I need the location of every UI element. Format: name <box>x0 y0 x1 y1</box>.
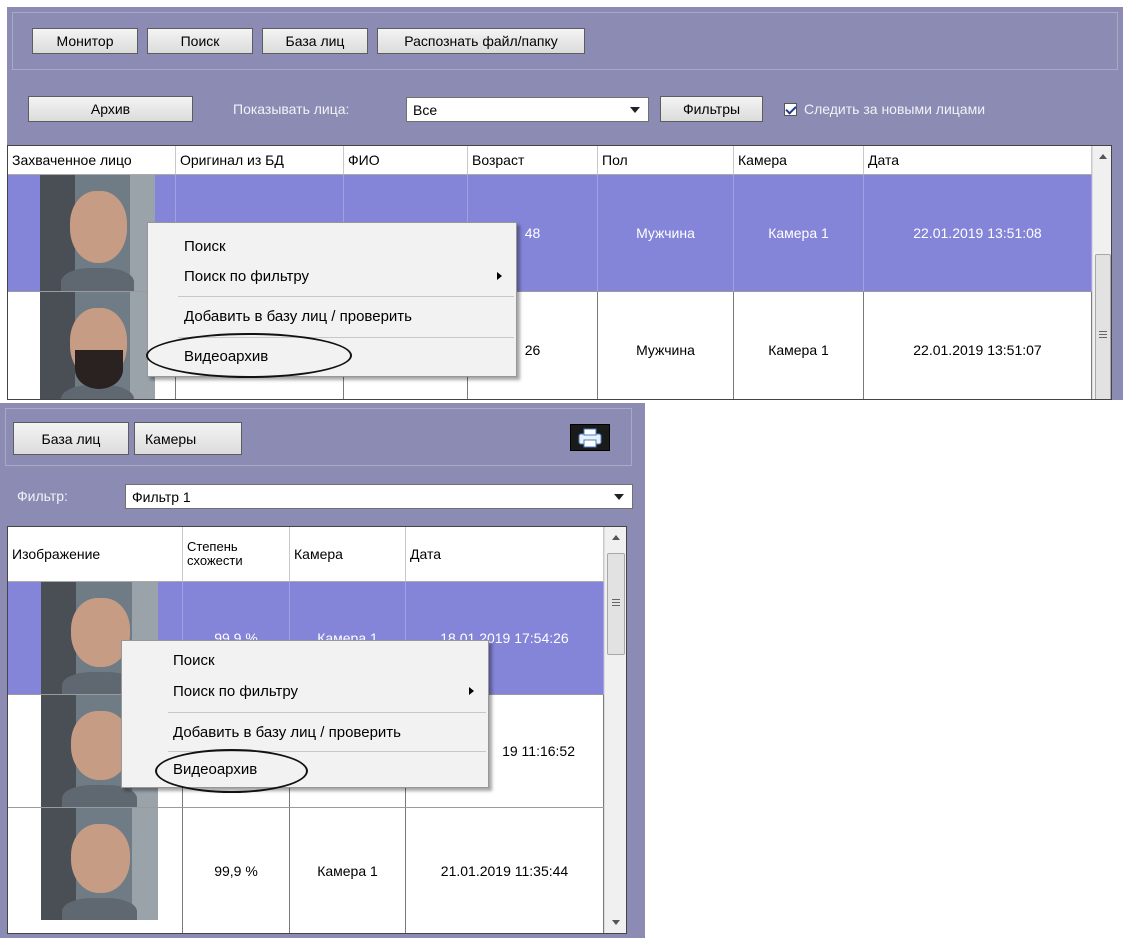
recognize-file-button[interactable]: Распознать файл/папку <box>377 28 585 54</box>
face-thumbnail <box>40 175 155 291</box>
grip-icon <box>612 599 620 606</box>
face-monitor-window: Монитор Поиск База лиц Распознать файл/п… <box>7 7 1123 400</box>
table-row[interactable]: 99,9 % Камера 1 21.01.2019 11:35:44 <box>8 808 604 933</box>
sex-cell: Мужчина <box>598 175 734 291</box>
menu-separator <box>178 296 514 297</box>
vertical-scrollbar[interactable] <box>1092 146 1111 399</box>
similarity-cell: 99,9 % <box>183 808 290 933</box>
sex-cell: Мужчина <box>598 292 734 399</box>
face-thumbnail <box>41 808 158 920</box>
print-icon <box>578 428 602 447</box>
column-header-captured-face[interactable]: Захваченное лицо <box>8 146 176 175</box>
camera-cell: Камера 1 <box>290 808 406 933</box>
menu-item-search[interactable]: Поиск <box>148 231 516 261</box>
monitor-button[interactable]: Монитор <box>32 28 138 54</box>
date-cell: 21.01.2019 11:35:44 <box>406 808 604 933</box>
filter-select[interactable]: Фильтр 1 <box>125 484 633 509</box>
column-header-camera[interactable]: Камера <box>734 146 864 175</box>
tab-cameras[interactable]: Камеры <box>134 422 242 455</box>
date-cell: 22.01.2019 13:51:08 <box>864 175 1092 291</box>
search-button[interactable]: Поиск <box>147 28 253 54</box>
column-header-image[interactable]: Изображение <box>8 527 183 582</box>
scroll-up-icon[interactable] <box>1099 154 1107 159</box>
filter-value: Фильтр 1 <box>132 488 191 505</box>
menu-item-search-by-filter[interactable]: Поиск по фильтру <box>122 676 488 706</box>
column-header-date[interactable]: Дата <box>864 146 1092 175</box>
show-faces-select[interactable]: Все <box>406 97 649 122</box>
tab-face-base[interactable]: База лиц <box>13 422 129 455</box>
face-thumbnail <box>40 292 155 399</box>
camera-cell: Камера 1 <box>734 175 864 291</box>
menu-item-add-to-base[interactable]: Добавить в базу лиц / проверить <box>122 716 488 748</box>
date-cell: 22.01.2019 13:51:07 <box>864 292 1092 399</box>
submenu-arrow-icon <box>469 687 474 695</box>
filters-button[interactable]: Фильтры <box>660 96 763 122</box>
scroll-thumb[interactable] <box>1095 254 1111 399</box>
submenu-arrow-icon <box>497 272 502 280</box>
menu-separator <box>168 712 486 713</box>
column-header-similarity[interactable]: Степень схожести <box>183 527 290 582</box>
menu-item-search[interactable]: Поиск <box>122 645 488 675</box>
face-base-button[interactable]: База лиц <box>262 28 368 54</box>
filter-label: Фильтр: <box>17 488 68 504</box>
highlight-ellipse <box>155 749 308 793</box>
chevron-down-icon <box>614 493 624 500</box>
vertical-scrollbar[interactable] <box>604 527 626 933</box>
column-header-sex[interactable]: Пол <box>598 146 734 175</box>
face-search-window: База лиц Камеры Фильтр: Фильтр 1 Изображ… <box>0 403 645 938</box>
follow-new-faces-checkbox[interactable] <box>784 103 797 116</box>
menu-item-label: Поиск по фильтру <box>184 267 310 285</box>
archive-button[interactable]: Архив <box>28 96 193 122</box>
highlight-ellipse <box>146 333 352 378</box>
column-header-db-original[interactable]: Оригинал из БД <box>176 146 344 175</box>
follow-new-faces-label: Следить за новыми лицами <box>804 101 986 117</box>
scroll-up-icon[interactable] <box>612 535 620 540</box>
scroll-down-icon[interactable] <box>612 920 620 925</box>
scroll-thumb[interactable] <box>607 553 625 655</box>
menu-item-label: Поиск по фильтру <box>173 682 299 700</box>
print-button[interactable] <box>570 424 610 451</box>
menu-item-add-to-base[interactable]: Добавить в базу лиц / проверить <box>148 300 516 332</box>
image-cell <box>8 808 183 933</box>
menu-item-search-by-filter[interactable]: Поиск по фильтру <box>148 261 516 291</box>
column-header-age[interactable]: Возраст <box>468 146 598 175</box>
show-faces-label: Показывать лица: <box>233 101 350 117</box>
grip-icon <box>1099 331 1107 338</box>
column-header-camera[interactable]: Камера <box>290 527 406 582</box>
show-faces-value: Все <box>413 101 438 118</box>
chevron-down-icon <box>630 106 640 113</box>
camera-cell: Камера 1 <box>734 292 864 399</box>
column-header-date[interactable]: Дата <box>406 527 604 582</box>
column-header-name[interactable]: ФИО <box>344 146 468 175</box>
